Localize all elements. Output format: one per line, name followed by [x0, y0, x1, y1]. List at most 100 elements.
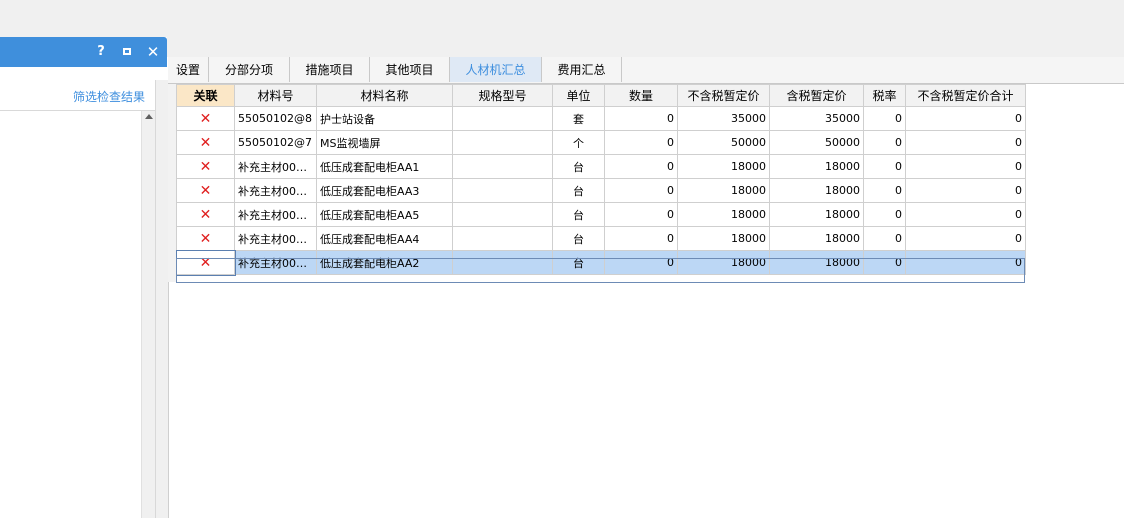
table-row[interactable]: ✕ 补充主材00… 低压成套配电柜AA5 台 0 18000 18000 0 0 — [176, 202, 1026, 227]
table-row[interactable]: ✕ 补充主材00… 低压成套配电柜AA3 台 0 18000 18000 0 0 — [176, 178, 1026, 203]
cell-price-ex-tax[interactable]: 18000 — [677, 226, 770, 251]
cell-spec[interactable] — [452, 106, 553, 131]
cell-quantity[interactable]: 0 — [604, 106, 678, 131]
cell-material-name[interactable]: 低压成套配电柜AA5 — [316, 202, 453, 227]
panel-splitter[interactable] — [155, 80, 169, 518]
delete-link-icon[interactable]: ✕ — [176, 106, 235, 131]
cell-unit[interactable]: 台 — [552, 226, 605, 251]
cell-spec[interactable] — [452, 154, 553, 179]
cell-spec[interactable] — [452, 130, 553, 155]
cell-total-ex-tax[interactable]: 0 — [905, 106, 1026, 131]
cell-material-code[interactable]: 55050102@8 — [234, 106, 317, 131]
cell-price-ex-tax[interactable]: 50000 — [677, 130, 770, 155]
delete-link-icon[interactable]: ✕ — [176, 202, 235, 227]
cell-price-inc-tax[interactable]: 18000 — [769, 178, 864, 203]
cell-material-name[interactable]: MS监视墙屏 — [316, 130, 453, 155]
column-header-total-ex-tax[interactable]: 不含税暂定价合计 — [905, 84, 1026, 107]
cell-material-name[interactable]: 低压成套配电柜AA2 — [316, 250, 453, 275]
table-row[interactable]: ✕ 55050102@7 MS监视墙屏 个 0 50000 50000 0 0 — [176, 130, 1026, 155]
cell-quantity[interactable]: 0 — [604, 154, 678, 179]
tab-other-items[interactable]: 其他项目 — [370, 57, 450, 82]
cell-total-ex-tax[interactable]: 0 — [905, 154, 1026, 179]
cell-spec[interactable] — [452, 178, 553, 203]
tab-settings[interactable]: 设置 — [168, 57, 209, 82]
cell-material-code[interactable]: 55050102@7 — [234, 130, 317, 155]
cell-price-inc-tax[interactable]: 50000 — [769, 130, 864, 155]
column-header-spec[interactable]: 规格型号 — [452, 84, 553, 107]
cell-unit[interactable]: 台 — [552, 178, 605, 203]
table-row[interactable]: ✕ 55050102@8 护士站设备 套 0 35000 35000 0 0 — [176, 106, 1026, 131]
table-row-selected[interactable]: ✕ 补充主材00… 低压成套配电柜AA2 台 0 18000 18000 0 0 — [175, 249, 1026, 276]
cell-material-code[interactable]: 补充主材00… — [234, 178, 317, 203]
cell-tax-rate[interactable]: 0 — [863, 154, 906, 179]
cell-quantity[interactable]: 0 — [604, 178, 678, 203]
column-header-price-ex-tax[interactable]: 不含税暂定价 — [677, 84, 770, 107]
cell-tax-rate[interactable]: 0 — [863, 226, 906, 251]
cell-material-code[interactable]: 补充主材00… — [234, 250, 317, 275]
help-icon[interactable]: ? — [92, 37, 110, 67]
delete-link-icon[interactable]: ✕ — [175, 249, 236, 276]
cell-price-ex-tax[interactable]: 35000 — [677, 106, 770, 131]
cell-tax-rate[interactable]: 0 — [863, 178, 906, 203]
delete-link-icon[interactable]: ✕ — [176, 154, 235, 179]
cell-material-name[interactable]: 低压成套配电柜AA1 — [316, 154, 453, 179]
cell-tax-rate[interactable]: 0 — [863, 202, 906, 227]
tab-measure-items[interactable]: 措施项目 — [290, 57, 370, 82]
column-header-link[interactable]: 关联 — [176, 84, 235, 107]
column-header-tax-rate[interactable]: 税率 — [863, 84, 906, 107]
scroll-up-arrow-icon[interactable] — [145, 114, 153, 119]
delete-link-icon[interactable]: ✕ — [176, 226, 235, 251]
cell-spec[interactable] — [452, 250, 553, 275]
cell-tax-rate[interactable]: 0 — [863, 250, 906, 275]
cell-price-inc-tax[interactable]: 18000 — [769, 154, 864, 179]
cell-price-ex-tax[interactable]: 18000 — [677, 202, 770, 227]
close-icon[interactable]: ✕ — [144, 37, 162, 67]
cell-total-ex-tax[interactable]: 0 — [905, 250, 1026, 275]
cell-material-name[interactable]: 护士站设备 — [316, 106, 453, 131]
table-row[interactable]: ✕ 补充主材00… 低压成套配电柜AA4 台 0 18000 18000 0 0 — [176, 226, 1026, 251]
table-row[interactable]: ✕ 补充主材00… 低压成套配电柜AA1 台 0 18000 18000 0 0 — [176, 154, 1026, 179]
tab-fee-summary[interactable]: 费用汇总 — [542, 57, 622, 82]
cell-price-ex-tax[interactable]: 18000 — [677, 178, 770, 203]
tab-divisional-items[interactable]: 分部分项 — [209, 57, 290, 82]
cell-unit[interactable]: 套 — [552, 106, 605, 131]
column-header-price-inc-tax[interactable]: 含税暂定价 — [769, 84, 864, 107]
cell-price-inc-tax[interactable]: 35000 — [769, 106, 864, 131]
cell-unit[interactable]: 台 — [552, 202, 605, 227]
panel-title-bar[interactable]: ? ✕ — [0, 37, 167, 67]
cell-material-code[interactable]: 补充主材00… — [234, 226, 317, 251]
delete-link-icon[interactable]: ✕ — [176, 178, 235, 203]
cell-spec[interactable] — [452, 226, 553, 251]
cell-material-code[interactable]: 补充主材00… — [234, 202, 317, 227]
cell-material-code[interactable]: 补充主材00… — [234, 154, 317, 179]
cell-price-ex-tax[interactable]: 18000 — [677, 154, 770, 179]
cell-unit[interactable]: 台 — [552, 250, 605, 275]
cell-unit[interactable]: 台 — [552, 154, 605, 179]
cell-total-ex-tax[interactable]: 0 — [905, 130, 1026, 155]
column-header-material-code[interactable]: 材料号 — [234, 84, 317, 107]
panel-vertical-scrollbar[interactable] — [141, 111, 156, 518]
cell-total-ex-tax[interactable]: 0 — [905, 202, 1026, 227]
filter-check-results-link[interactable]: 筛选检查结果 — [73, 88, 145, 105]
cell-tax-rate[interactable]: 0 — [863, 130, 906, 155]
cell-quantity[interactable]: 0 — [604, 250, 678, 275]
tab-labor-material-machine-summary[interactable]: 人材机汇总 — [450, 57, 542, 82]
column-header-material-name[interactable]: 材料名称 — [316, 84, 453, 107]
cell-total-ex-tax[interactable]: 0 — [905, 178, 1026, 203]
maximize-icon[interactable] — [118, 37, 136, 67]
column-header-quantity[interactable]: 数量 — [604, 84, 678, 107]
cell-material-name[interactable]: 低压成套配电柜AA4 — [316, 226, 453, 251]
cell-spec[interactable] — [452, 202, 553, 227]
delete-link-icon[interactable]: ✕ — [176, 130, 235, 155]
cell-unit[interactable]: 个 — [552, 130, 605, 155]
column-header-unit[interactable]: 单位 — [552, 84, 605, 107]
cell-price-inc-tax[interactable]: 18000 — [769, 202, 864, 227]
cell-quantity[interactable]: 0 — [604, 226, 678, 251]
cell-price-inc-tax[interactable]: 18000 — [769, 250, 864, 275]
cell-price-ex-tax[interactable]: 18000 — [677, 250, 770, 275]
cell-material-name[interactable]: 低压成套配电柜AA3 — [316, 178, 453, 203]
cell-quantity[interactable]: 0 — [604, 202, 678, 227]
cell-tax-rate[interactable]: 0 — [863, 106, 906, 131]
cell-quantity[interactable]: 0 — [604, 130, 678, 155]
cell-price-inc-tax[interactable]: 18000 — [769, 226, 864, 251]
